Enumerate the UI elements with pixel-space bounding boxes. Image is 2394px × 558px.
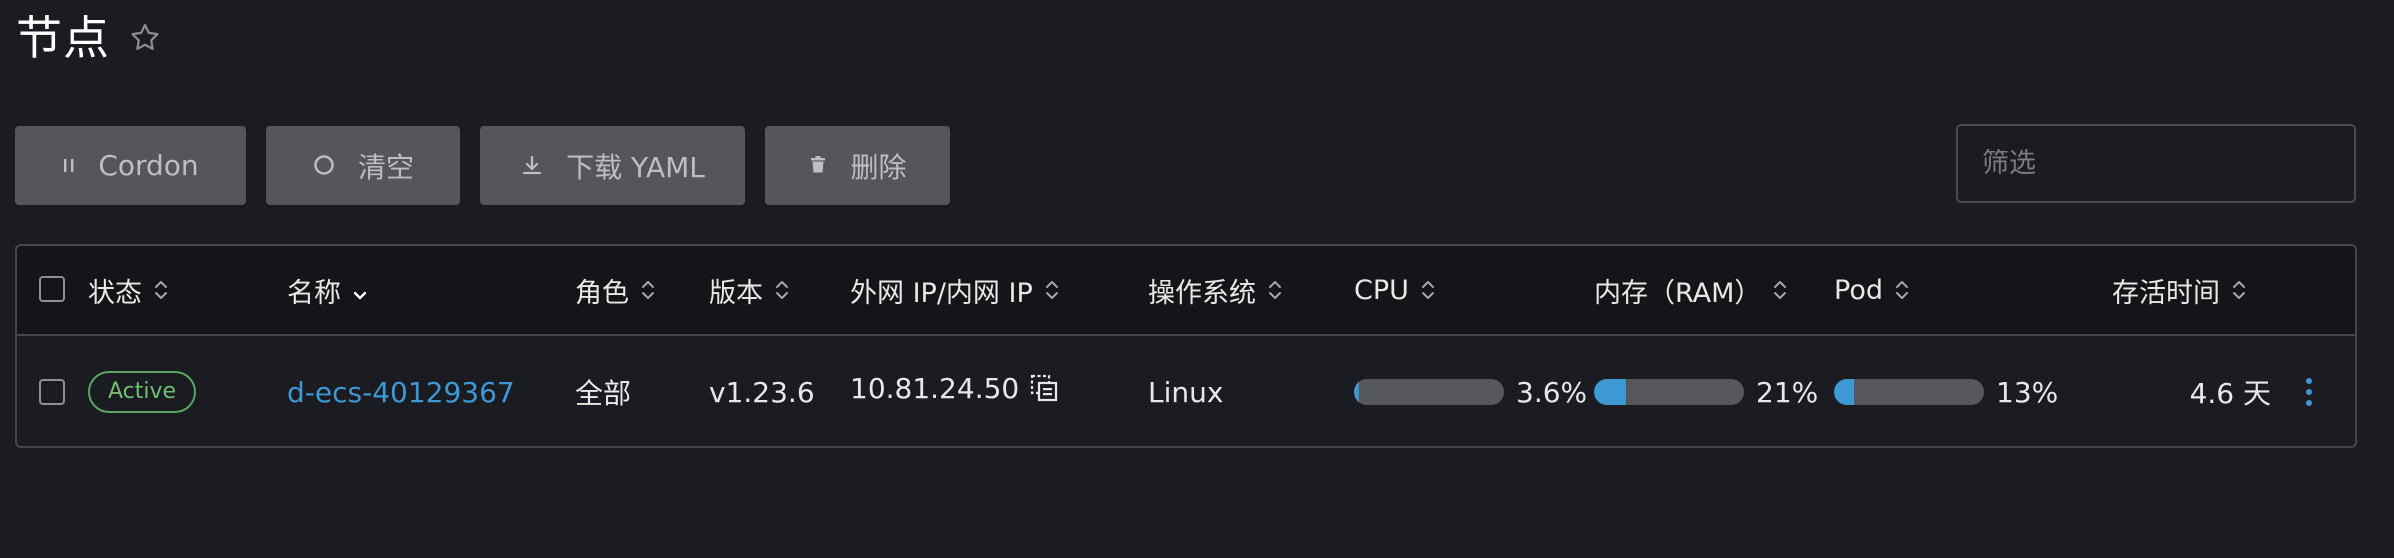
cell-state: Active — [88, 336, 197, 448]
cordon-button[interactable]: Cordon — [15, 126, 246, 205]
column-header-label: 名称 — [287, 277, 341, 309]
more-actions-icon[interactable] — [2303, 375, 2315, 409]
drain-button-label: 清空 — [357, 150, 414, 184]
column-header-label: CPU — [1354, 274, 1409, 306]
star-icon[interactable] — [128, 21, 162, 55]
column-header-cpu[interactable]: CPU — [1354, 246, 1437, 334]
cell-ip: 10.81.24.50 — [850, 332, 1059, 444]
cell-name: d-ecs-40129367 — [287, 336, 515, 448]
pause-icon — [62, 157, 76, 175]
delete-button-label: 删除 — [850, 150, 907, 184]
column-header-label: 操作系统 — [1148, 277, 1256, 309]
column-header-age[interactable]: 存活时间 — [2112, 246, 2248, 334]
column-header-ram[interactable]: 内存（RAM） — [1594, 246, 1789, 334]
trash-icon — [808, 155, 828, 177]
sort-icon — [1266, 277, 1284, 303]
column-header-label: 版本 — [709, 277, 763, 309]
column-header-role[interactable]: 角色 — [575, 246, 657, 334]
sort-icon — [773, 277, 791, 303]
column-header-version[interactable]: 版本 — [709, 246, 791, 334]
status-badge: Active — [88, 371, 197, 413]
download-yaml-button-label: 下载 YAML — [566, 150, 705, 184]
cell-actions — [2303, 336, 2315, 448]
select-all-checkbox[interactable] — [39, 276, 65, 302]
cell-cpu: 3.6% — [1354, 336, 1587, 448]
cell-version: v1.23.6 — [709, 375, 815, 409]
download-yaml-button[interactable]: 下载 YAML — [480, 126, 745, 205]
ram-usage-fill — [1594, 379, 1626, 405]
cpu-usage-text: 3.6% — [1516, 375, 1588, 409]
delete-button[interactable]: 删除 — [765, 126, 950, 205]
cell-age: 4.6 天 — [2189, 377, 2271, 410]
column-header-os[interactable]: 操作系统 — [1148, 246, 1284, 334]
download-icon — [520, 154, 544, 178]
cpu-usage-fill — [1354, 379, 1360, 405]
pod-usage-fill — [1834, 379, 1854, 405]
table-header: 状态 名称 角色 版本 外网 IP/内网 IP 操作系统 CPU 内存（RAM）… — [17, 246, 2355, 336]
cell-ram: 21% — [1594, 336, 1818, 448]
column-header-state[interactable]: 状态 — [88, 246, 170, 334]
copy-icon[interactable] — [1029, 373, 1059, 403]
sort-icon — [1043, 277, 1061, 303]
page-title: 节点 — [16, 11, 110, 65]
sort-desc-icon — [351, 277, 369, 303]
column-header-label: 内存（RAM） — [1594, 277, 1762, 309]
table-row: Active d-ecs-40129367 全部 v1.23.6 10.81.2… — [17, 336, 2355, 448]
pod-usage-bar — [1834, 379, 1984, 405]
pod-usage-text: 13% — [1996, 375, 2059, 409]
drain-button[interactable]: 清空 — [266, 126, 460, 205]
sort-icon — [639, 277, 657, 303]
cell-os: Linux — [1148, 375, 1224, 409]
sort-icon — [1419, 277, 1437, 303]
column-header-label: 外网 IP/内网 IP — [850, 277, 1033, 309]
title-row: 节点 — [16, 8, 162, 68]
cell-role: 全部 — [575, 377, 632, 410]
column-header-ip[interactable]: 外网 IP/内网 IP — [850, 246, 1061, 334]
ram-usage-bar — [1594, 379, 1744, 405]
row-checkbox[interactable] — [39, 379, 65, 405]
column-header-label: Pod — [1834, 274, 1883, 306]
nodes-table: 状态 名称 角色 版本 外网 IP/内网 IP 操作系统 CPU 内存（RAM）… — [15, 244, 2357, 448]
filter-input[interactable] — [1956, 124, 2356, 203]
sort-icon — [152, 277, 170, 303]
column-header-label: 存活时间 — [2112, 277, 2220, 309]
cordon-button-label: Cordon — [98, 149, 199, 182]
cell-pod: 13% — [1834, 336, 2058, 448]
sort-icon — [2230, 277, 2248, 303]
node-name-link[interactable]: d-ecs-40129367 — [287, 376, 515, 409]
column-header-pod[interactable]: Pod — [1834, 246, 1911, 334]
circle-icon — [312, 154, 336, 178]
ip-address: 10.81.24.50 — [850, 371, 1020, 405]
column-header-name[interactable]: 名称 — [287, 246, 369, 334]
cpu-usage-bar — [1354, 379, 1504, 405]
nodes-page: 节点 Cordon 清空 下载 YAML 删除 状态 — [0, 0, 2394, 558]
column-header-label: 状态 — [88, 277, 142, 309]
sort-icon — [1771, 277, 1789, 303]
sort-icon — [1893, 277, 1911, 303]
ram-usage-text: 21% — [1756, 375, 1819, 409]
column-header-label: 角色 — [575, 277, 629, 309]
